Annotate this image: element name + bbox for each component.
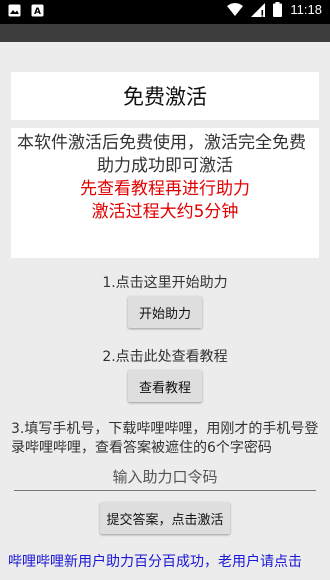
- battery-icon: [273, 2, 283, 17]
- info-activate-hint: 助力成功即可激活: [97, 156, 233, 176]
- svg-text:A: A: [34, 7, 41, 17]
- wifi-icon: [227, 3, 244, 16]
- page-title: 免费激活: [123, 85, 207, 109]
- info-duration: 激活过程大约5分钟: [91, 202, 239, 222]
- status-bar: A 11:18: [0, 0, 330, 24]
- step3-instructions: 3.填写手机号，下载哔哩哔哩，用刚才的手机号登录哔哩哔哩，查看答案被遮住的6个字…: [11, 421, 319, 456]
- step1-label: 1.点击这里开始助力: [102, 275, 228, 291]
- info-tutorial-warning: 先查看教程再进行助力: [80, 179, 250, 199]
- notification-app-icon: A: [31, 4, 44, 17]
- info-free-notice: 本软件激活后免费使用，激活完全免费: [17, 133, 306, 153]
- step2-label: 2.点击此处查看教程: [102, 349, 228, 365]
- submit-activate-button[interactable]: 提交答案，点击激活: [100, 502, 230, 534]
- info-card: 本软件激活后免费使用，激活完全免费 助力成功即可激活 先查看教程再进行助力 激活…: [11, 128, 319, 258]
- view-tutorial-button[interactable]: 查看教程: [128, 370, 202, 402]
- notification-image-icon: [8, 4, 21, 17]
- start-help-button[interactable]: 开始助力: [128, 296, 202, 328]
- help-code-input[interactable]: [14, 464, 316, 491]
- app-toolbar: [0, 24, 330, 42]
- status-time: 11:18: [290, 2, 322, 17]
- title-card: 免费激活: [11, 72, 319, 120]
- signal-icon: [251, 2, 266, 17]
- bilibili-new-user-link[interactable]: 哔哩哔哩新用户助力百分百成功，老用户请点击: [8, 551, 330, 571]
